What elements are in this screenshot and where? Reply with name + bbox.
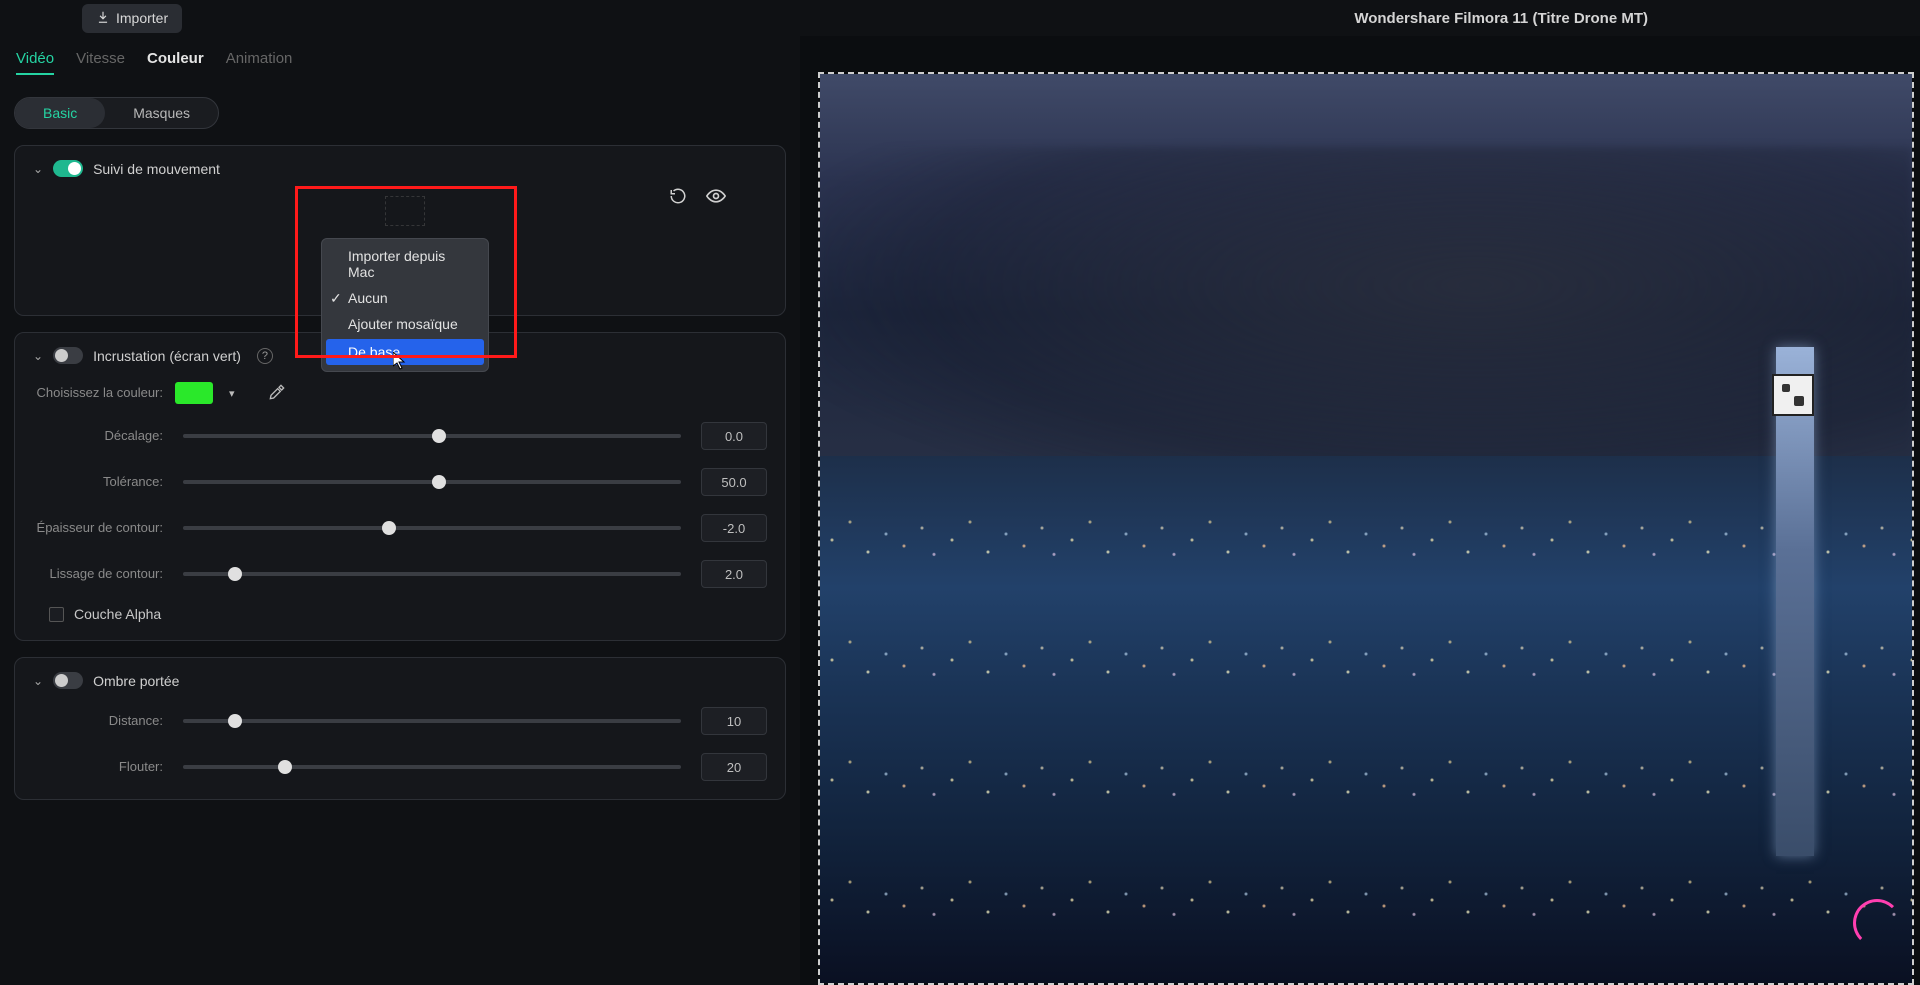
section-title-chroma: Incrustation (écran vert) <box>93 348 241 364</box>
preview-frame[interactable] <box>818 72 1914 985</box>
visibility-icon[interactable] <box>705 185 727 207</box>
section-chroma-key: ⌄ Incrustation (écran vert) ? Choisissez… <box>14 332 786 641</box>
value-distance[interactable]: 10 <box>701 707 767 735</box>
subtabs: Basic Masques <box>14 97 219 129</box>
label-tolerance: Tolérance: <box>33 474 163 490</box>
chevron-down-icon[interactable]: ⌄ <box>33 162 43 176</box>
slider-offset[interactable] <box>183 434 681 438</box>
import-button[interactable]: Importer <box>82 4 182 33</box>
reset-icon[interactable] <box>667 185 689 207</box>
subtab-basic[interactable]: Basic <box>15 98 105 128</box>
section-title-shadow: Ombre portée <box>93 673 179 689</box>
label-alpha-channel: Couche Alpha <box>74 606 161 622</box>
label-blur: Flouter: <box>33 759 163 775</box>
preview-clouds <box>820 147 1912 492</box>
preview-building <box>1776 347 1814 856</box>
value-edge-thickness[interactable]: -2.0 <box>701 514 767 542</box>
value-edge-feather[interactable]: 2.0 <box>701 560 767 588</box>
value-tolerance[interactable]: 50.0 <box>701 468 767 496</box>
properties-panel: Vidéo Vitesse Couleur Animation Basic Ma… <box>0 36 800 985</box>
toggle-drop-shadow[interactable] <box>53 672 83 689</box>
slider-tolerance[interactable] <box>183 480 681 484</box>
topbar: Importer Wondershare Filmora 11 (Titre D… <box>0 0 1920 36</box>
slider-edge-feather[interactable] <box>183 572 681 576</box>
help-icon[interactable]: ? <box>257 348 273 364</box>
preview-citylights <box>820 456 1912 983</box>
toggle-chroma-key[interactable] <box>53 347 83 364</box>
slider-distance[interactable] <box>183 719 681 723</box>
chevron-down-icon[interactable]: ▾ <box>225 387 239 400</box>
toggle-motion-tracking[interactable] <box>53 160 83 177</box>
eyedropper-icon[interactable] <box>269 384 285 403</box>
color-swatch[interactable] <box>175 382 213 404</box>
tab-speed[interactable]: Vitesse <box>76 50 125 75</box>
dropdown-item-import-mac[interactable]: Importer depuis Mac <box>322 243 488 285</box>
slider-edge-thickness[interactable] <box>183 526 681 530</box>
value-blur[interactable]: 20 <box>701 753 767 781</box>
section-drop-shadow: ⌄ Ombre portée Distance: 10 Flouter: 20 <box>14 657 786 800</box>
label-edge-thickness: Épaisseur de contour: <box>33 520 163 536</box>
value-offset[interactable]: 0.0 <box>701 422 767 450</box>
preview-panel <box>800 36 1920 985</box>
section-motion-tracking: ⌄ Suivi de mouvement Importer depuis Mac… <box>14 145 786 316</box>
import-button-label: Importer <box>116 10 168 26</box>
label-choose-color: Choisissez la couleur: <box>33 385 163 401</box>
link-element-dropdown[interactable]: Importer depuis Mac Aucun Ajouter mosaïq… <box>321 238 489 372</box>
section-title-motion: Suivi de mouvement <box>93 161 220 177</box>
preview-pink-arc <box>1853 899 1901 947</box>
app-title: Wondershare Filmora 11 (Titre Drone MT) <box>1354 10 1648 27</box>
tab-color[interactable]: Couleur <box>147 50 204 75</box>
checkbox-alpha-channel[interactable] <box>49 607 64 622</box>
chevron-down-icon[interactable]: ⌄ <box>33 349 43 363</box>
label-offset: Décalage: <box>33 428 163 444</box>
dropdown-item-add-mosaic[interactable]: Ajouter mosaïque <box>322 311 488 337</box>
top-tabs: Vidéo Vitesse Couleur Animation <box>14 44 786 85</box>
label-distance: Distance: <box>33 713 163 729</box>
tracking-target-icon <box>385 196 425 226</box>
label-edge-feather: Lissage de contour: <box>33 566 163 582</box>
tab-animation[interactable]: Animation <box>226 50 293 75</box>
tab-video[interactable]: Vidéo <box>16 50 54 75</box>
import-icon <box>96 10 110 27</box>
subtab-masks[interactable]: Masques <box>105 98 218 128</box>
chevron-down-icon[interactable]: ⌄ <box>33 674 43 688</box>
slider-blur[interactable] <box>183 765 681 769</box>
main: Vidéo Vitesse Couleur Animation Basic Ma… <box>0 36 1920 985</box>
dropdown-item-none[interactable]: Aucun <box>322 285 488 311</box>
tracking-marker-icon[interactable] <box>1772 374 1814 416</box>
dropdown-item-basic[interactable]: De base <box>326 339 484 365</box>
